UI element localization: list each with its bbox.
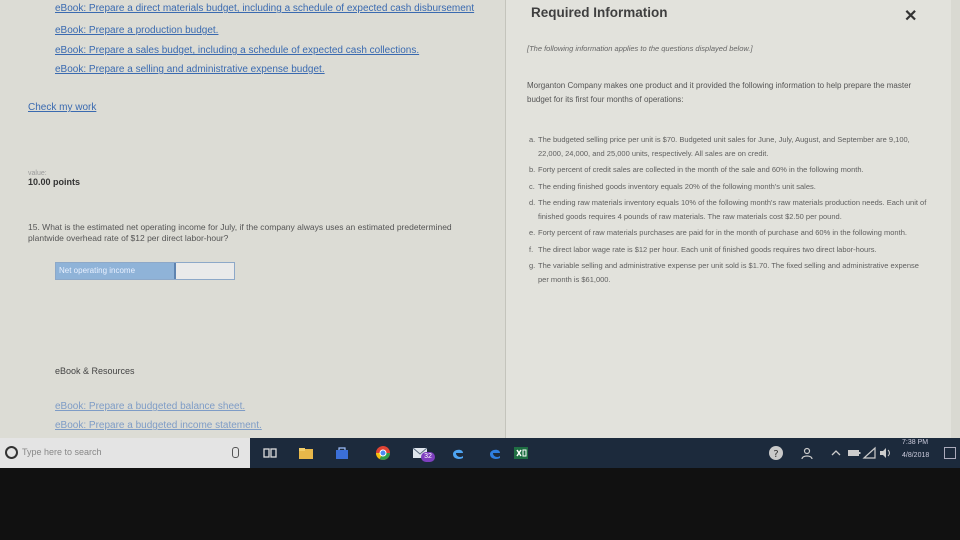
answer-label: Net operating income (56, 263, 174, 279)
value-label: value: (28, 170, 47, 177)
list-item: c. The ending finished goods inventory eq… (529, 180, 929, 194)
item-text: The ending raw materials inventory equal… (538, 198, 927, 221)
svg-text:?: ? (773, 449, 778, 460)
item-letter: c. (529, 181, 535, 191)
search-icon (5, 446, 18, 459)
item-letter: d. (529, 198, 536, 207)
list-item: e. Forty percent of raw materials purchas… (529, 226, 929, 240)
list-item: b. Forty percent of credit sales are coll… (529, 163, 929, 177)
taskbar-search-box[interactable]: Type here to search (0, 438, 250, 468)
excel-icon[interactable] (513, 445, 529, 461)
search-placeholder: Type here to search (22, 447, 102, 457)
list-item: a. The budgeted selling price per unit is… (529, 133, 929, 160)
item-text: The direct labor wage rate is $12 per ho… (538, 244, 877, 254)
ebook-link-direct-materials[interactable]: eBook: Prepare a direct materials budget… (55, 3, 474, 14)
item-text: Forty percent of raw materials purchases… (538, 228, 907, 237)
item-letter: g. (529, 261, 536, 270)
chevron-up-icon[interactable] (828, 445, 844, 461)
store-icon[interactable] (334, 445, 350, 461)
list-item: d. The ending raw materials inventory equ… (529, 196, 929, 223)
mail-badge: 32 (421, 452, 435, 462)
edge-icon[interactable] (450, 445, 466, 461)
taskbar: Type here to search 32 ? 7:38 PM 4/8/201… (0, 438, 960, 468)
clock-time[interactable]: 7:38 PM (902, 439, 928, 446)
ebook-link-production-budget[interactable]: eBook: Prepare a production budget. (55, 25, 218, 36)
item-text: The variable selling and administrative … (538, 261, 919, 284)
ie-icon[interactable] (487, 445, 503, 461)
notification-icon[interactable] (944, 447, 956, 459)
item-text: The ending finished goods inventory equa… (538, 181, 816, 191)
network-icon[interactable] (862, 445, 878, 461)
item-letter: f. (529, 244, 534, 254)
required-info-intro: [The following information applies to th… (527, 44, 753, 53)
task-view-icon[interactable] (262, 445, 278, 461)
file-explorer-icon[interactable] (298, 445, 314, 461)
clock-date[interactable]: 4/8/2018 (902, 452, 929, 459)
ebook-link-sales-budget[interactable]: eBook: Prepare a sales budget, including… (55, 45, 419, 56)
close-icon[interactable]: ✕ (904, 6, 917, 26)
chrome-icon[interactable] (375, 445, 391, 461)
battery-icon[interactable] (846, 445, 862, 461)
list-item: f. The direct labor wage rate is $12 per … (529, 243, 929, 257)
answer-row: Net operating income (55, 262, 235, 280)
required-info-title: Required Information (531, 5, 668, 20)
assignment-panel: eBook: Prepare a direct materials budget… (0, 0, 505, 438)
ebook-link-income-statement[interactable]: eBook: Prepare a budgeted income stateme… (55, 420, 262, 431)
volume-icon[interactable] (878, 445, 894, 461)
microphone-icon[interactable] (232, 447, 239, 458)
item-text: The budgeted selling price per unit is $… (538, 135, 910, 158)
required-info-panel: Required Information ✕ [The following in… (505, 0, 951, 438)
points-value: 10.00 points (28, 177, 81, 187)
required-info-description: Morganton Company makes one product and … (527, 81, 912, 104)
item-letter: a. (529, 135, 536, 144)
people-icon[interactable] (800, 445, 816, 461)
browser-viewport: eBook: Prepare a direct materials budget… (0, 0, 960, 438)
required-info-list: a. The budgeted selling price per unit is… (529, 133, 929, 289)
help-icon[interactable]: ? (768, 445, 784, 461)
check-my-work-link[interactable]: Check my work (28, 102, 96, 113)
question-text: 15. What is the estimated net operating … (28, 222, 452, 243)
item-letter: b. (529, 165, 536, 174)
list-item: g. The variable selling and administrativ… (529, 259, 929, 286)
ebook-link-selling-admin[interactable]: eBook: Prepare a selling and administrat… (55, 64, 325, 75)
net-operating-income-input[interactable] (174, 263, 234, 279)
item-letter: e. (529, 228, 536, 237)
ebook-link-balance-sheet[interactable]: eBook: Prepare a budgeted balance sheet. (55, 401, 245, 412)
ebook-resources-heading: eBook & Resources (55, 366, 135, 376)
item-text: Forty percent of credit sales are collec… (538, 165, 864, 174)
